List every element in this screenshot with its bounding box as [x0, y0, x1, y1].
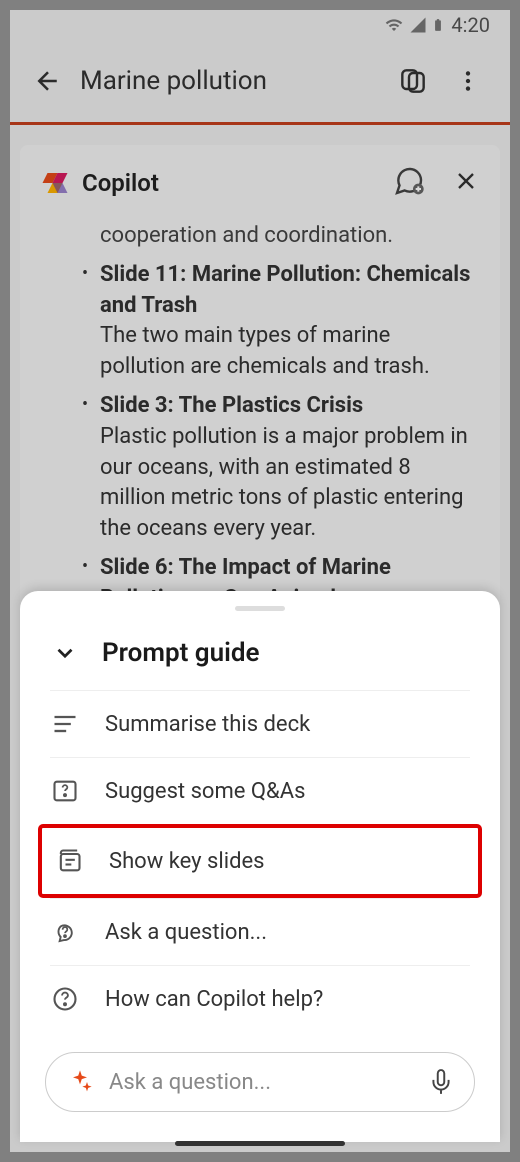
back-arrow-icon	[33, 66, 63, 96]
close-icon	[452, 167, 480, 195]
copilot-panel-header: Copilot	[40, 165, 480, 201]
guide-item-qa[interactable]: Suggest some Q&As	[50, 757, 470, 824]
wifi-icon	[383, 16, 405, 34]
question-card-icon	[51, 777, 79, 805]
copilot-panel: Copilot cooperation and coordination. • …	[20, 145, 500, 625]
phone-frame: 4:20 Marine pollution Copilot	[10, 10, 510, 1152]
collapse-button[interactable]	[50, 638, 80, 668]
drag-handle[interactable]	[235, 606, 285, 611]
prompt-guide-title: Prompt guide	[102, 638, 259, 668]
more-options-button[interactable]	[445, 59, 490, 104]
battery-icon	[431, 15, 445, 35]
chevron-down-icon	[52, 640, 78, 666]
guide-item-key-slides[interactable]: Show key slides	[38, 824, 482, 898]
prompt-guide-header[interactable]: Prompt guide	[20, 626, 500, 680]
slides-icon	[55, 847, 83, 875]
bullet-title: Slide 3: The Plastics Crisis	[100, 393, 363, 418]
app-header: Marine pollution	[10, 40, 510, 125]
help-circle-icon	[51, 985, 79, 1013]
new-chat-button[interactable]	[393, 165, 425, 201]
copilot-header-button[interactable]	[390, 59, 435, 104]
home-indicator[interactable]	[175, 1141, 345, 1146]
guide-item-label: Summarise this deck	[105, 712, 310, 737]
bullet-dot-icon: •	[70, 391, 100, 545]
sparkle-icon	[66, 1068, 94, 1096]
summarise-icon	[51, 710, 79, 738]
status-time: 4:20	[451, 13, 490, 37]
guide-item-summarise[interactable]: Summarise this deck	[50, 690, 470, 757]
guide-item-ask-question[interactable]: Ask a question...	[50, 898, 470, 965]
question-input-bar[interactable]: Ask a question...	[45, 1052, 475, 1112]
response-bullet: • Slide 11: Marine Pollution: Chemicals …	[70, 260, 475, 383]
copilot-response-content: cooperation and coordination. • Slide 11…	[40, 221, 480, 615]
status-bar: 4:20	[10, 10, 510, 40]
more-vertical-icon	[455, 68, 481, 94]
prompt-guide-list: Summarise this deck Suggest some Q&As Sh…	[20, 690, 500, 1032]
status-icons	[383, 15, 445, 35]
chat-plus-icon	[393, 165, 425, 197]
response-partial-line: cooperation and coordination.	[70, 221, 475, 252]
guide-item-label: Show key slides	[109, 849, 265, 874]
signal-icon	[409, 16, 427, 34]
chat-question-icon	[51, 918, 79, 946]
copilot-icon	[397, 65, 429, 97]
copilot-panel-title: Copilot	[82, 169, 381, 197]
mic-icon[interactable]	[428, 1069, 454, 1095]
guide-item-help[interactable]: How can Copilot help?	[50, 965, 470, 1032]
bullet-dot-icon: •	[70, 260, 100, 383]
close-panel-button[interactable]	[452, 167, 480, 199]
guide-item-label: How can Copilot help?	[105, 987, 323, 1012]
prompt-guide-sheet: Prompt guide Summarise this deck Suggest…	[20, 591, 500, 1142]
bullet-title: Slide 11: Marine Pollution: Chemicals an…	[100, 262, 470, 318]
guide-item-label: Suggest some Q&As	[105, 779, 305, 804]
response-bullet: • Slide 3: The Plastics Crisis Plastic p…	[70, 391, 475, 545]
document-title: Marine pollution	[80, 66, 380, 96]
guide-item-label: Ask a question...	[105, 920, 267, 945]
question-input[interactable]: Ask a question...	[109, 1070, 413, 1095]
bullet-desc: The two main types of marine pollution a…	[100, 323, 430, 379]
copilot-logo-icon	[40, 168, 70, 198]
bullet-desc: Plastic pollution is a major problem in …	[100, 424, 468, 541]
back-button[interactable]	[30, 64, 65, 99]
